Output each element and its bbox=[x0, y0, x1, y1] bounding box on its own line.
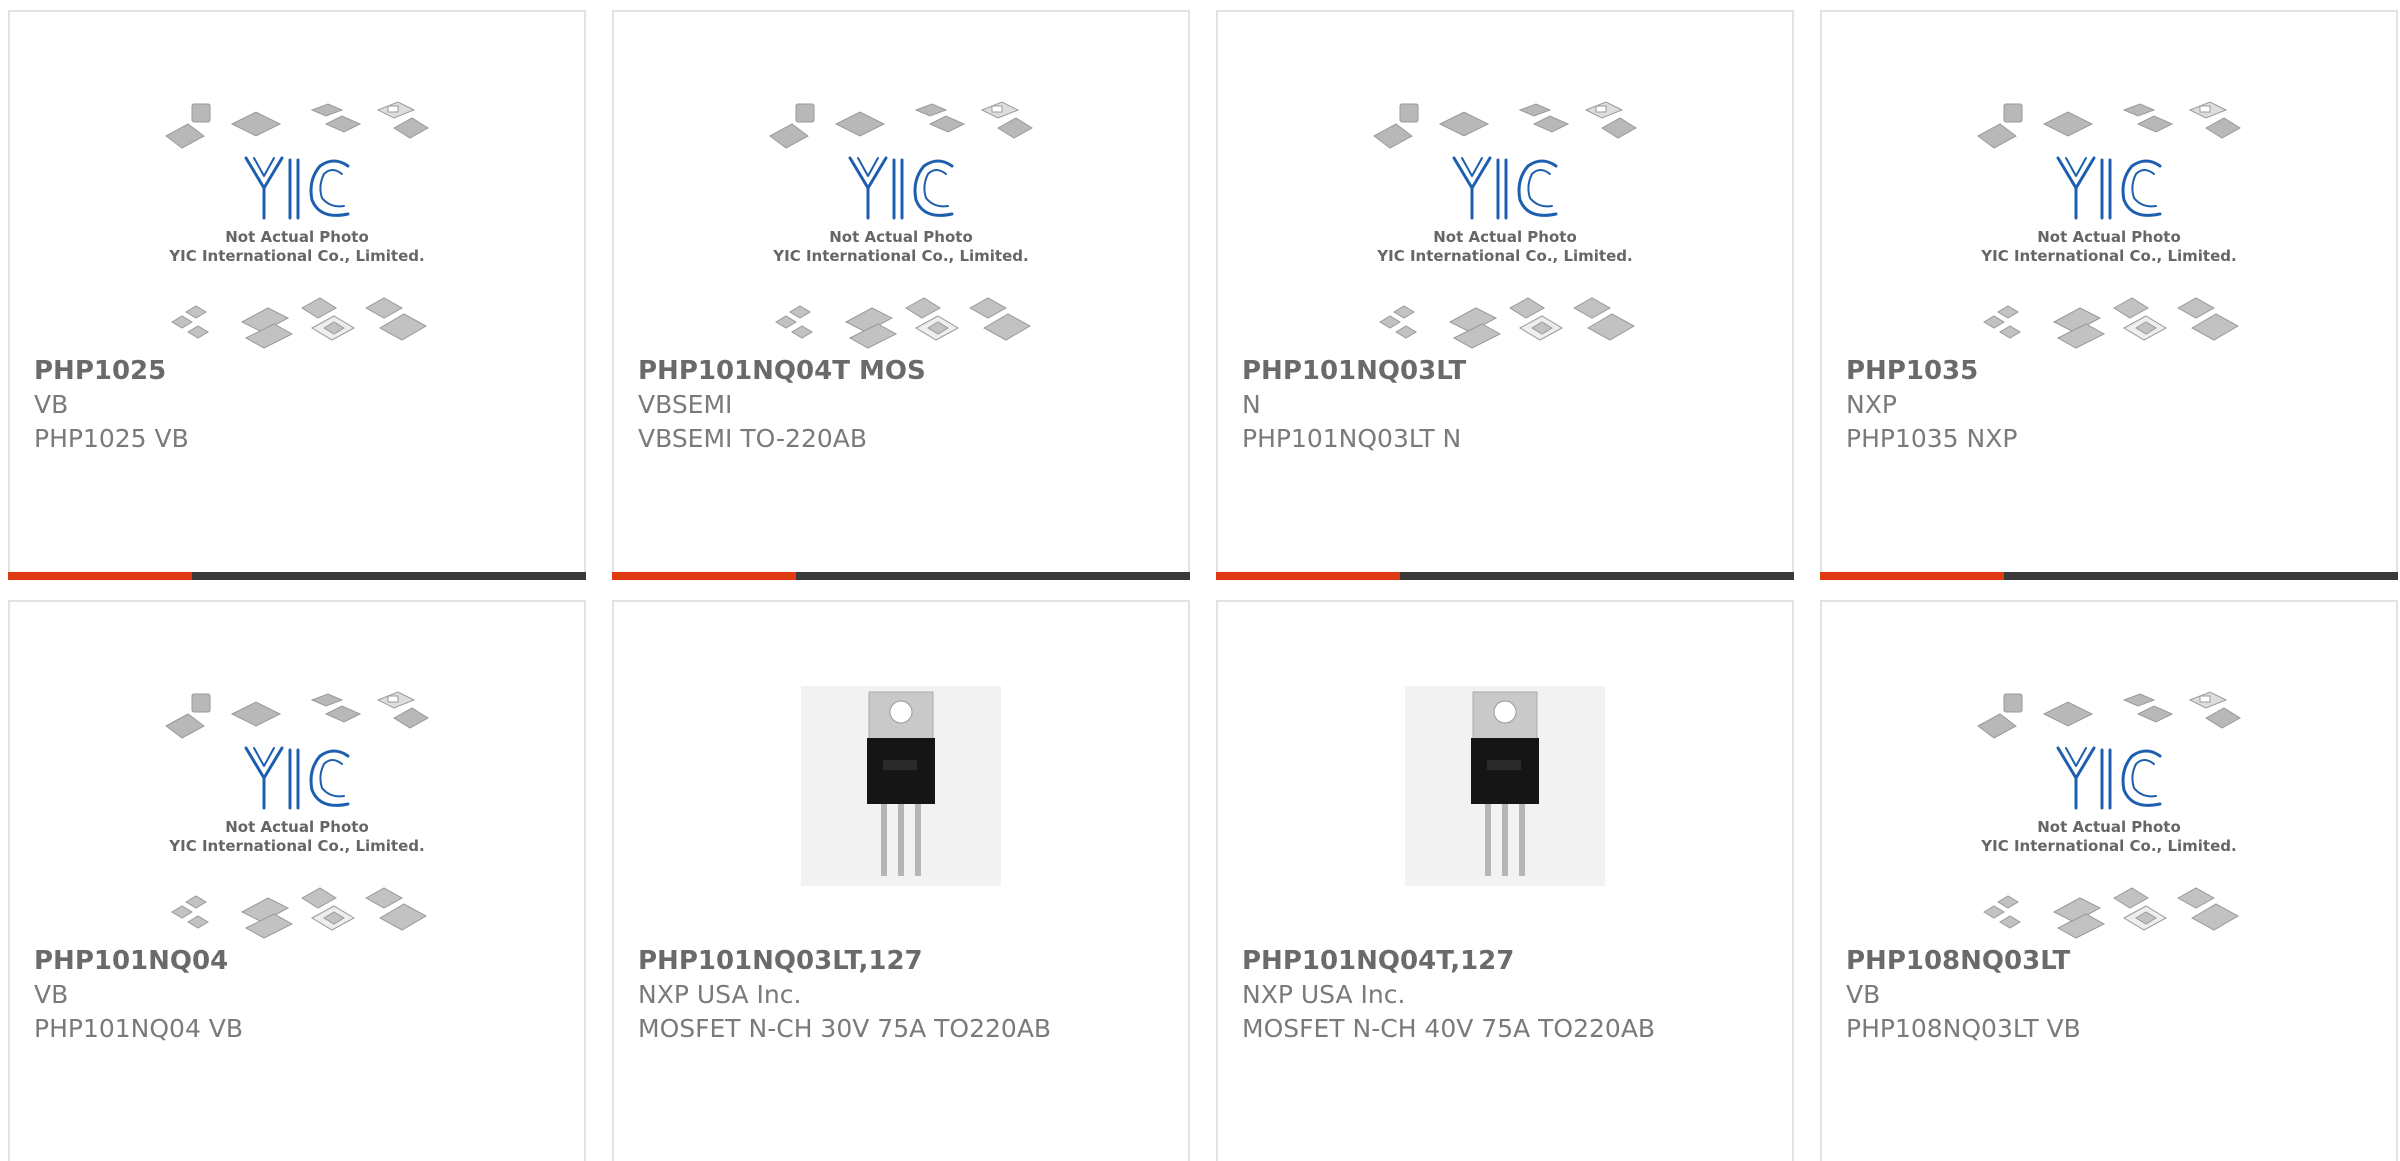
card-accent-bar bbox=[1820, 572, 2004, 580]
manufacturer: VB bbox=[34, 390, 69, 419]
manufacturer: VB bbox=[34, 980, 69, 1009]
product-image-placeholder[interactable] bbox=[614, 96, 1188, 352]
card-bottom-bar bbox=[8, 572, 586, 580]
part-number[interactable]: PHP108NQ03LT bbox=[1846, 944, 2376, 978]
card-accent-bar bbox=[8, 572, 192, 580]
description: PHP108NQ03LT VB bbox=[1846, 1014, 2081, 1043]
product-card[interactable]: PHP101NQ03LT N PHP101NQ03LT N bbox=[1216, 10, 1794, 580]
description: PHP1035 NXP bbox=[1846, 424, 2018, 453]
description: PHP101NQ04 VB bbox=[34, 1014, 244, 1043]
card-accent-bar bbox=[612, 572, 796, 580]
manufacturer: NXP USA Inc. bbox=[638, 980, 802, 1009]
manufacturer: NXP bbox=[1846, 390, 1897, 419]
part-number[interactable]: PHP101NQ03LT bbox=[1242, 354, 1772, 388]
to220-transistor-icon bbox=[1405, 686, 1605, 886]
chip-placeholder-icon bbox=[766, 96, 1036, 352]
part-number[interactable]: PHP101NQ04 bbox=[34, 944, 564, 978]
manufacturer: VB bbox=[1846, 980, 1881, 1009]
product-photo[interactable] bbox=[1218, 686, 1792, 942]
description: PHP1025 VB bbox=[34, 424, 189, 453]
part-number[interactable]: PHP1025 bbox=[34, 354, 564, 388]
card-bottom-bar bbox=[1216, 572, 1794, 580]
product-card[interactable]: PHP101NQ04T,127 NXP USA Inc. MOSFET N-CH… bbox=[1216, 600, 1794, 1161]
card-bottom-bar bbox=[1820, 572, 2398, 580]
part-number[interactable]: PHP101NQ03LT,127 bbox=[638, 944, 1168, 978]
part-number[interactable]: PHP101NQ04T MOS bbox=[638, 354, 1168, 388]
manufacturer: NXP USA Inc. bbox=[1242, 980, 1406, 1009]
description: PHP101NQ03LT N bbox=[1242, 424, 1462, 453]
card-accent-bar bbox=[1216, 572, 1400, 580]
product-image-placeholder[interactable] bbox=[1822, 686, 2396, 942]
product-card[interactable]: PHP101NQ04 VB PHP101NQ04 VB bbox=[8, 600, 586, 1161]
product-card[interactable]: PHP1025 VB PHP1025 VB bbox=[8, 10, 586, 580]
description: MOSFET N-CH 40V 75A TO220AB bbox=[1242, 1014, 1656, 1043]
chip-placeholder-icon bbox=[1370, 96, 1640, 352]
product-image-placeholder[interactable] bbox=[10, 686, 584, 942]
chip-placeholder-icon bbox=[1974, 686, 2244, 942]
description: VBSEMI TO-220AB bbox=[638, 424, 868, 453]
chip-placeholder-icon bbox=[1974, 96, 2244, 352]
product-grid: PHP1025 VB PHP1025 VB PHP101NQ04T MOS VB… bbox=[0, 0, 2400, 1161]
card-bottom-bar bbox=[612, 572, 1190, 580]
to220-transistor-icon bbox=[801, 686, 1001, 886]
product-image-placeholder[interactable] bbox=[1822, 96, 2396, 352]
manufacturer: VBSEMI bbox=[638, 390, 733, 419]
product-card[interactable]: PHP108NQ03LT VB PHP108NQ03LT VB bbox=[1820, 600, 2398, 1161]
chip-placeholder-icon bbox=[162, 96, 432, 352]
part-number[interactable]: PHP101NQ04T,127 bbox=[1242, 944, 1772, 978]
chip-placeholder-icon bbox=[162, 686, 432, 942]
manufacturer: N bbox=[1242, 390, 1261, 419]
product-image-placeholder[interactable] bbox=[1218, 96, 1792, 352]
product-card[interactable]: PHP101NQ03LT,127 NXP USA Inc. MOSFET N-C… bbox=[612, 600, 1190, 1161]
product-card[interactable]: PHP101NQ04T MOS VBSEMI VBSEMI TO-220AB bbox=[612, 10, 1190, 580]
product-image-placeholder[interactable] bbox=[10, 96, 584, 352]
product-card[interactable]: PHP1035 NXP PHP1035 NXP bbox=[1820, 10, 2398, 580]
product-photo[interactable] bbox=[614, 686, 1188, 942]
part-number[interactable]: PHP1035 bbox=[1846, 354, 2376, 388]
description: MOSFET N-CH 30V 75A TO220AB bbox=[638, 1014, 1052, 1043]
